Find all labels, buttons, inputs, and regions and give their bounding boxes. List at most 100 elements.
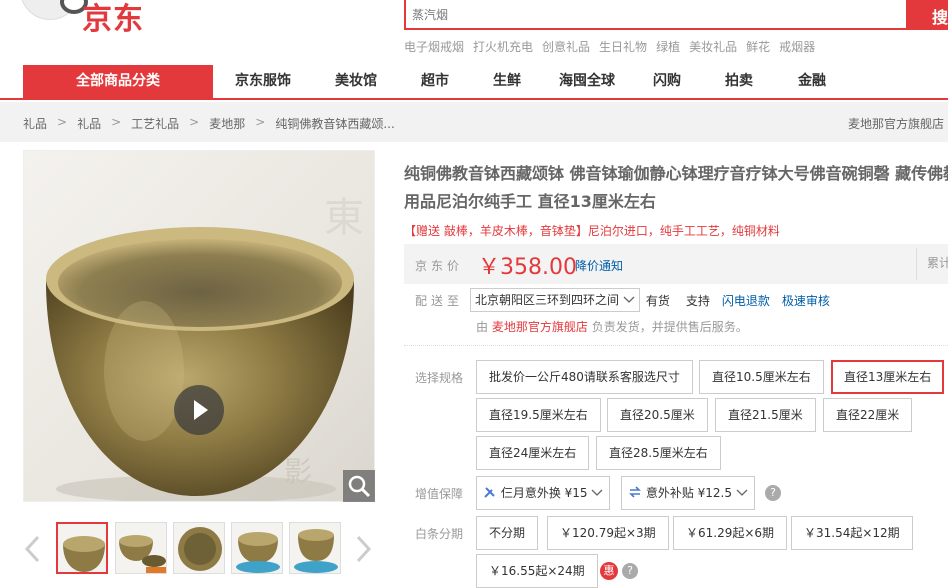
product-title-line: 纯铜佛教音钵西藏颂钵 佛音钵瑜伽静心钵理疗音疗钵大号佛音碗铜磬 藏传佛教 [404, 164, 948, 183]
address-selector[interactable]: 北京朝阳区三环到四环之间 [470, 288, 640, 312]
installment-option[interactable]: ￥61.29起×6期 [673, 516, 788, 550]
product-title-line: 用品尼泊尔纯手工 直径13厘米左右 [404, 192, 656, 211]
service-link[interactable]: 极速审核 [782, 292, 830, 309]
chevron-right-icon: > [189, 115, 200, 129]
zoom-icon[interactable] [343, 470, 375, 502]
thumbnail-strip [23, 520, 375, 580]
all-categories-button[interactable]: 全部商品分类 [23, 65, 213, 98]
hot-words: 电子烟戒烟 打火机充电 创意礼品 生日礼物 绿植 美妆礼品 鲜花 戒烟器 [404, 38, 824, 55]
hot-word-link[interactable]: 创意礼品 [542, 40, 590, 54]
singing-bowl-image: 東 影 [46, 195, 364, 501]
hot-word-link[interactable]: 生日礼物 [599, 40, 647, 54]
nav-item[interactable]: 拍卖 [703, 65, 775, 98]
nav-item[interactable]: 海囤全球 [543, 65, 631, 98]
warranty-option-label: 意外补贴 ¥12.5 [645, 486, 732, 500]
nav-item[interactable]: 超市 [399, 65, 471, 98]
service-link[interactable]: 闪电退款 [722, 292, 770, 309]
wrench-icon [484, 487, 495, 498]
logo-text: 京东 [82, 2, 144, 37]
price-value: ￥358.00 [478, 255, 577, 280]
warranty-label: 增值保障 [415, 487, 464, 501]
breadcrumb: 礼品 > 礼品 > 工艺礼品 > 麦地那 > 纯铜佛教音钵西藏颂... [23, 115, 395, 132]
stock-status: 有货 [645, 293, 670, 308]
search-box [404, 0, 908, 30]
fulfil-prefix: 由 [476, 320, 489, 334]
exchange-icon [629, 486, 641, 498]
chevron-right-icon: > [57, 115, 68, 129]
help-icon[interactable]: ? [765, 485, 781, 501]
delivery-label: 配送至 [415, 293, 464, 308]
breadcrumb-bar: 礼品 > 礼品 > 工艺礼品 > 麦地那 > 纯铜佛教音钵西藏颂... 麦地那官方旗舰店 [0, 102, 948, 142]
spec-option[interactable]: 直径19.5厘米左右 [476, 398, 601, 432]
search-button-label: 搜 [932, 8, 948, 27]
installment-option[interactable]: 不分期 [476, 516, 539, 550]
breadcrumb-item[interactable]: 麦地那 [209, 115, 245, 132]
product-thumbnail[interactable] [289, 522, 341, 574]
fulfilment-note: 由 麦地那官方旗舰店 负责发货，并提供售后服务。 [476, 318, 748, 335]
spec-option[interactable]: 直径28.5厘米左右 [596, 436, 721, 470]
spec-label: 选择规格 [415, 371, 464, 385]
warranty-option[interactable]: 意外补贴 ¥12.5 [621, 476, 755, 510]
chevron-down-icon [736, 489, 748, 496]
hot-word-link[interactable]: 美妆礼品 [689, 40, 737, 54]
spec-option[interactable]: 直径20.5厘米 [607, 398, 708, 432]
chevron-down-icon [591, 489, 603, 496]
main-nav: 全部商品分类 京东服饰 美妆馆 超市 生鲜 海囤全球 闪购 拍卖 金融 [0, 65, 948, 100]
breadcrumb-item-current: 纯铜佛教音钵西藏颂... [275, 117, 395, 131]
product-thumbnail[interactable] [173, 522, 225, 574]
spec-option[interactable]: 直径24厘米左右 [476, 436, 590, 470]
price-bar: 京东价 ￥358.00 降价通知 累计 [404, 244, 948, 284]
accumulated-reviews[interactable]: 累计 [916, 248, 948, 280]
hot-word-link[interactable]: 戒烟器 [779, 40, 815, 54]
nav-item[interactable]: 生鲜 [471, 65, 543, 98]
chevron-right-icon[interactable] [353, 534, 373, 564]
installment-label: 白条分期 [415, 527, 464, 541]
chevron-left-icon[interactable] [23, 534, 43, 564]
help-icon[interactable]: ? [622, 563, 638, 579]
spec-option-selected[interactable]: 直径13厘米左右 [831, 360, 945, 394]
product-thumbnail[interactable] [56, 522, 108, 574]
product-main-image[interactable]: 東 影 [23, 150, 375, 502]
search-input[interactable] [406, 0, 906, 28]
spec-option[interactable]: 直径22厘米 [823, 398, 913, 432]
breadcrumb-item[interactable]: 工艺礼品 [131, 115, 179, 132]
fulfil-suffix: 负责发货，并提供售后服务。 [591, 320, 748, 334]
hot-word-link[interactable]: 电子烟戒烟 [404, 40, 464, 54]
product-thumbnail[interactable] [115, 522, 167, 574]
chevron-right-icon: > [111, 115, 122, 129]
nav-item[interactable]: 金融 [775, 65, 849, 98]
fulfil-shop-link[interactable]: 麦地那官方旗舰店 [492, 320, 588, 334]
spec-option[interactable]: 直径10.5厘米左右 [699, 360, 824, 394]
chevron-right-icon: > [255, 115, 266, 129]
address-text: 北京朝阳区三环到四环之间 [475, 293, 620, 307]
shop-link[interactable]: 麦地那官方旗舰店 [848, 115, 944, 132]
service-text: 支持 [685, 293, 710, 308]
installment-option[interactable]: ￥120.79起×3期 [547, 516, 669, 550]
warranty-option-label: 仨月意外换 ¥15 [500, 486, 588, 500]
warranty-option[interactable]: 仨月意外换 ¥15 [476, 476, 611, 510]
nav-item[interactable]: 美妆馆 [313, 65, 399, 98]
price-notify-link[interactable]: 降价通知 [575, 257, 623, 274]
nav-item[interactable]: 闪购 [631, 65, 703, 98]
spec-option[interactable]: 批发价一公斤480请联系客服选尺寸 [476, 360, 693, 394]
promo-text: 【赠送 敲棒，羊皮木棒，音钵垫】尼泊尔进口，纯手工工艺，纯铜材料 [404, 224, 780, 238]
video-play-button[interactable] [174, 385, 224, 435]
spec-option[interactable]: 直径21.5厘米 [715, 398, 816, 432]
nav-item[interactable]: 京东服饰 [213, 65, 313, 98]
price-label: 京东价 [415, 259, 464, 273]
installment-option[interactable]: ￥16.55起×24期 [476, 554, 598, 588]
delivery-row: 配送至 北京朝阳区三环到四环之间 有货 支持 闪电退款 极速审核 [404, 288, 842, 312]
hot-word-link[interactable]: 绿植 [656, 40, 680, 54]
search-button[interactable]: 搜 [908, 0, 948, 30]
chevron-down-icon [623, 296, 635, 303]
svg-text:東: 東 [324, 195, 364, 241]
discount-badge-icon[interactable]: 惠 [600, 562, 618, 580]
breadcrumb-item[interactable]: 礼品 [23, 115, 47, 132]
jd-logo[interactable]: 京东 [20, 0, 170, 37]
hot-word-link[interactable]: 鲜花 [746, 40, 770, 54]
breadcrumb-item[interactable]: 礼品 [77, 115, 101, 132]
installment-option[interactable]: ￥31.54起×12期 [791, 516, 913, 550]
divider [404, 345, 948, 346]
product-thumbnail[interactable] [231, 522, 283, 574]
hot-word-link[interactable]: 打火机充电 [473, 40, 533, 54]
